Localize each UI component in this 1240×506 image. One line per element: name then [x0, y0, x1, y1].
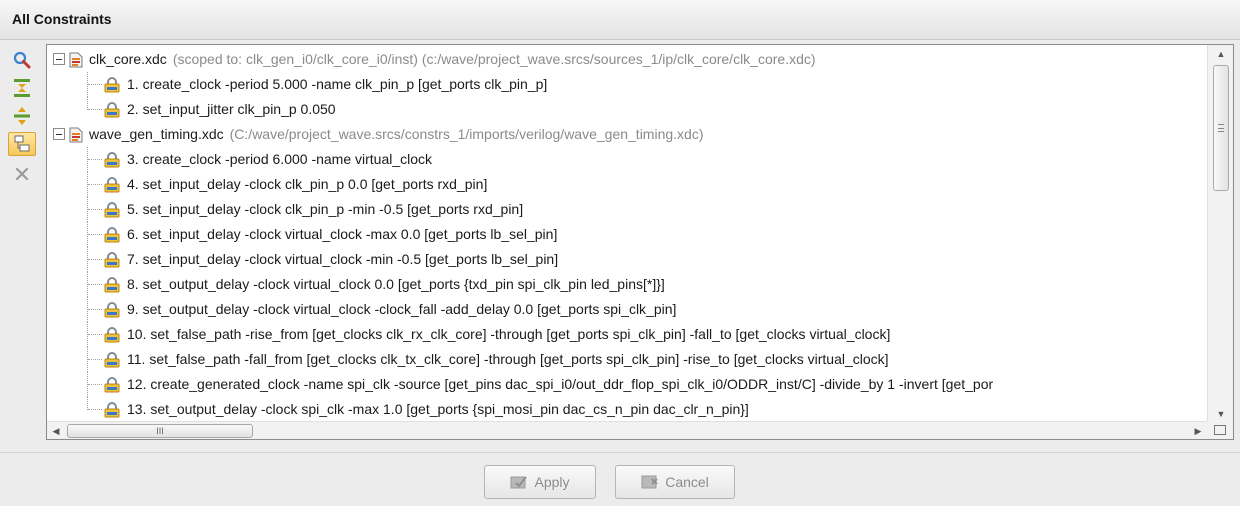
footer-divider [0, 452, 1240, 453]
panel-header: All Constraints [0, 0, 1240, 40]
constraint-lock-icon [103, 226, 121, 243]
file-name: wave_gen_timing.xdc [89, 126, 224, 142]
constraint-row[interactable]: 13. set_output_delay -clock spi_clk -max… [47, 397, 1207, 422]
constraint-text: 4. set_input_delay -clock clk_pin_p 0.0 … [127, 176, 488, 192]
constraint-row[interactable]: 6. set_input_delay -clock virtual_clock … [47, 222, 1207, 247]
constraint-row[interactable]: 11. set_false_path -fall_from [get_clock… [47, 347, 1207, 372]
constraint-lock-icon [103, 76, 121, 93]
constraint-row[interactable]: 12. create_generated_clock -name spi_clk… [47, 372, 1207, 397]
collapse-all-button[interactable] [8, 76, 36, 100]
constraint-lock-icon [103, 401, 121, 418]
constraint-lock-icon [103, 376, 121, 393]
expand-all-button[interactable] [8, 104, 36, 128]
constraint-row[interactable]: 8. set_output_delay -clock virtual_clock… [47, 272, 1207, 297]
constraint-text: 5. set_input_delay -clock clk_pin_p -min… [127, 201, 524, 217]
constraint-lock-icon [103, 326, 121, 343]
delete-icon [15, 167, 29, 181]
constraint-lock-icon [103, 151, 121, 168]
constraint-lock-icon [103, 276, 121, 293]
constraint-text: 1. create_clock -period 5.000 -name clk_… [127, 76, 548, 92]
delete-button[interactable] [8, 162, 36, 186]
constraint-text: 12. create_generated_clock -name spi_clk… [127, 376, 994, 392]
collapse-toggle-icon[interactable] [53, 128, 65, 140]
group-by-file-button[interactable] [8, 132, 36, 156]
file-name: clk_core.xdc [89, 51, 167, 67]
scroll-left-arrow-icon[interactable]: ◀ [47, 422, 65, 440]
constraint-text: 10. set_false_path -rise_from [get_clock… [127, 326, 891, 342]
file-path: (scoped to: clk_gen_i0/clk_core_i0/inst)… [172, 51, 816, 67]
constraint-text: 13. set_output_delay -clock spi_clk -max… [127, 401, 749, 417]
horizontal-scrollbar[interactable]: ◀ III ▶ [47, 421, 1207, 439]
constraint-lock-icon [103, 101, 121, 118]
grip-icon [1218, 124, 1224, 132]
search-button[interactable] [8, 48, 36, 72]
constraint-row[interactable]: 9. set_output_delay -clock virtual_clock… [47, 297, 1207, 322]
constraint-row[interactable]: 5. set_input_delay -clock clk_pin_p -min… [47, 197, 1207, 222]
apply-button[interactable]: Apply [484, 465, 596, 499]
scroll-up-arrow-icon[interactable]: ▲ [1208, 45, 1234, 63]
constraint-row[interactable]: 3. create_clock -period 6.000 -name virt… [47, 147, 1207, 172]
constraint-text: 9. set_output_delay -clock virtual_clock… [127, 301, 677, 317]
collapse-toggle-icon[interactable] [53, 53, 65, 65]
constraint-lock-icon [103, 201, 121, 218]
maximize-icon [1214, 425, 1226, 435]
file-path: (C:/wave/project_wave.srcs/constrs_1/imp… [229, 126, 704, 142]
cancel-icon [641, 475, 658, 489]
search-icon [13, 51, 31, 69]
constraints-tree-panel: clk_core.xdc (scoped to: clk_gen_i0/clk_c… [46, 44, 1234, 440]
constraint-row[interactable]: 7. set_input_delay -clock virtual_clock … [47, 247, 1207, 272]
maximize-corner-button[interactable] [1207, 421, 1233, 439]
constraint-row[interactable]: 10. set_false_path -rise_from [get_clock… [47, 322, 1207, 347]
tree-file-row[interactable]: wave_gen_timing.xdc (C:/wave/project_wave… [47, 122, 1207, 147]
panel-title: All Constraints [12, 11, 112, 27]
expand-all-icon [14, 107, 30, 125]
vertical-scroll-thumb[interactable] [1213, 65, 1229, 191]
constraints-toolbar [0, 42, 44, 442]
cancel-button[interactable]: Cancel [615, 465, 735, 499]
horizontal-scroll-thumb[interactable]: III [67, 424, 253, 438]
collapse-all-icon [14, 79, 30, 97]
vertical-scrollbar[interactable]: ▲ ▼ [1207, 45, 1233, 423]
constraint-text: 11. set_false_path -fall_from [get_clock… [127, 351, 889, 367]
constraint-lock-icon [103, 301, 121, 318]
xdc-file-icon [69, 51, 83, 68]
xdc-file-icon [69, 126, 83, 143]
apply-label: Apply [534, 474, 570, 490]
constraint-row[interactable]: 2. set_input_jitter clk_pin_p 0.050 [47, 97, 1207, 122]
tree-file-row[interactable]: clk_core.xdc (scoped to: clk_gen_i0/clk_c… [47, 47, 1207, 72]
constraint-text: 7. set_input_delay -clock virtual_clock … [127, 251, 559, 267]
cancel-label: Cancel [665, 474, 709, 490]
constraint-row[interactable]: 4. set_input_delay -clock clk_pin_p 0.0 … [47, 172, 1207, 197]
constraint-text: 2. set_input_jitter clk_pin_p 0.050 [127, 101, 336, 117]
constraint-lock-icon [103, 176, 121, 193]
constraint-text: 8. set_output_delay -clock virtual_clock… [127, 276, 665, 292]
constraint-lock-icon [103, 351, 121, 368]
constraint-text: 3. create_clock -period 6.000 -name virt… [127, 151, 433, 167]
constraint-row[interactable]: 1. create_clock -period 5.000 -name clk_… [47, 72, 1207, 97]
constraint-lock-icon [103, 251, 121, 268]
group-by-file-icon [14, 135, 30, 152]
apply-icon [510, 476, 528, 489]
constraints-tree: clk_core.xdc (scoped to: clk_gen_i0/clk_c… [47, 45, 1207, 423]
scroll-right-arrow-icon[interactable]: ▶ [1189, 422, 1207, 440]
constraint-text: 6. set_input_delay -clock virtual_clock … [127, 226, 558, 242]
